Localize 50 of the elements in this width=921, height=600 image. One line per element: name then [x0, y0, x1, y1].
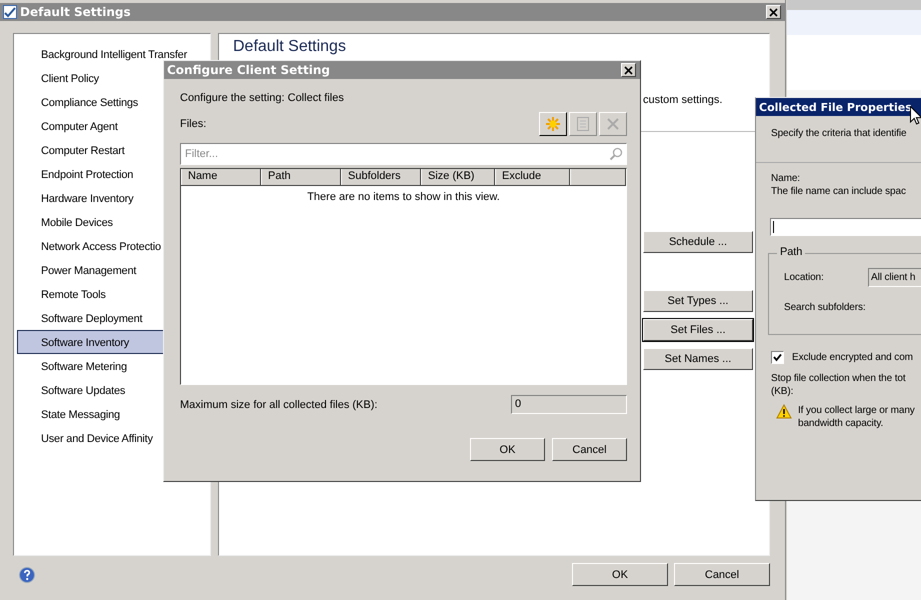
empty-message: There are no items to show in this view. [306, 191, 501, 203]
max-size-label: Maximum size for all collected files (KB): [180, 398, 378, 410]
column-header[interactable]: Name [181, 169, 261, 185]
group-title: Path [777, 246, 806, 258]
filter-field[interactable]: Filter... [180, 143, 627, 165]
location-dropdown[interactable]: All client h [868, 268, 921, 287]
delete-icon [606, 117, 620, 131]
dialog-button[interactable]: Cancel [552, 438, 627, 461]
setting-button[interactable]: Set Types ... [643, 290, 753, 312]
window-title: Default Settings [20, 5, 131, 19]
exclude-checkbox[interactable] [771, 351, 784, 364]
column-header[interactable]: Subfolders [341, 169, 421, 185]
dialog-title: Collected File Properties [759, 100, 912, 114]
description-text: custom settings. [643, 94, 724, 106]
setting-button[interactable]: Schedule ... [643, 231, 753, 253]
dialog-button[interactable]: Cancel [674, 563, 770, 586]
location-label: Location: [784, 272, 825, 283]
instruction-text: Specify the criteria that identifie [771, 127, 908, 140]
name-field[interactable] [770, 218, 921, 236]
settings-icon [3, 5, 17, 19]
close-button[interactable] [766, 5, 781, 19]
warning-icon [776, 404, 792, 419]
dialog-title: Configure Client Setting [167, 63, 330, 77]
checkbox-label: Exclude encrypted and com [792, 352, 913, 363]
warning-text: If you collect large or many [798, 404, 915, 417]
stop-text: (KB): [771, 385, 794, 398]
star-icon [545, 116, 561, 132]
prompt-text: Configure the setting: Collect files [180, 92, 345, 104]
dialog-button[interactable]: OK [470, 438, 545, 461]
column-header[interactable]: Path [261, 169, 341, 185]
help-icon[interactable] [19, 566, 35, 582]
search-icon [609, 147, 623, 161]
setting-button[interactable]: Set Files ... [643, 319, 753, 341]
files-label: Files: [180, 118, 206, 130]
page-heading: Default Settings [233, 37, 347, 56]
dialog-button[interactable]: OK [572, 563, 668, 586]
document-icon [576, 116, 590, 132]
cursor-icon [910, 106, 921, 125]
setting-button[interactable]: Set Names ... [643, 348, 753, 370]
column-header[interactable]: Exclude [495, 169, 570, 185]
close-button[interactable] [621, 63, 636, 77]
new-button[interactable] [539, 112, 567, 136]
stop-text: Stop file collection when the tot [771, 372, 907, 385]
name-label: Name: [771, 172, 801, 185]
column-header[interactable]: Size (KB) [421, 169, 495, 185]
subfolders-label: Search subfolders: [784, 302, 867, 313]
sidebar-item[interactable]: Background Intelligent Transfer [17, 42, 210, 66]
warning-text: bandwidth capacity. [798, 417, 884, 430]
name-hint: The file name can include spac [771, 185, 907, 198]
max-size-field[interactable]: 0 [511, 395, 627, 414]
